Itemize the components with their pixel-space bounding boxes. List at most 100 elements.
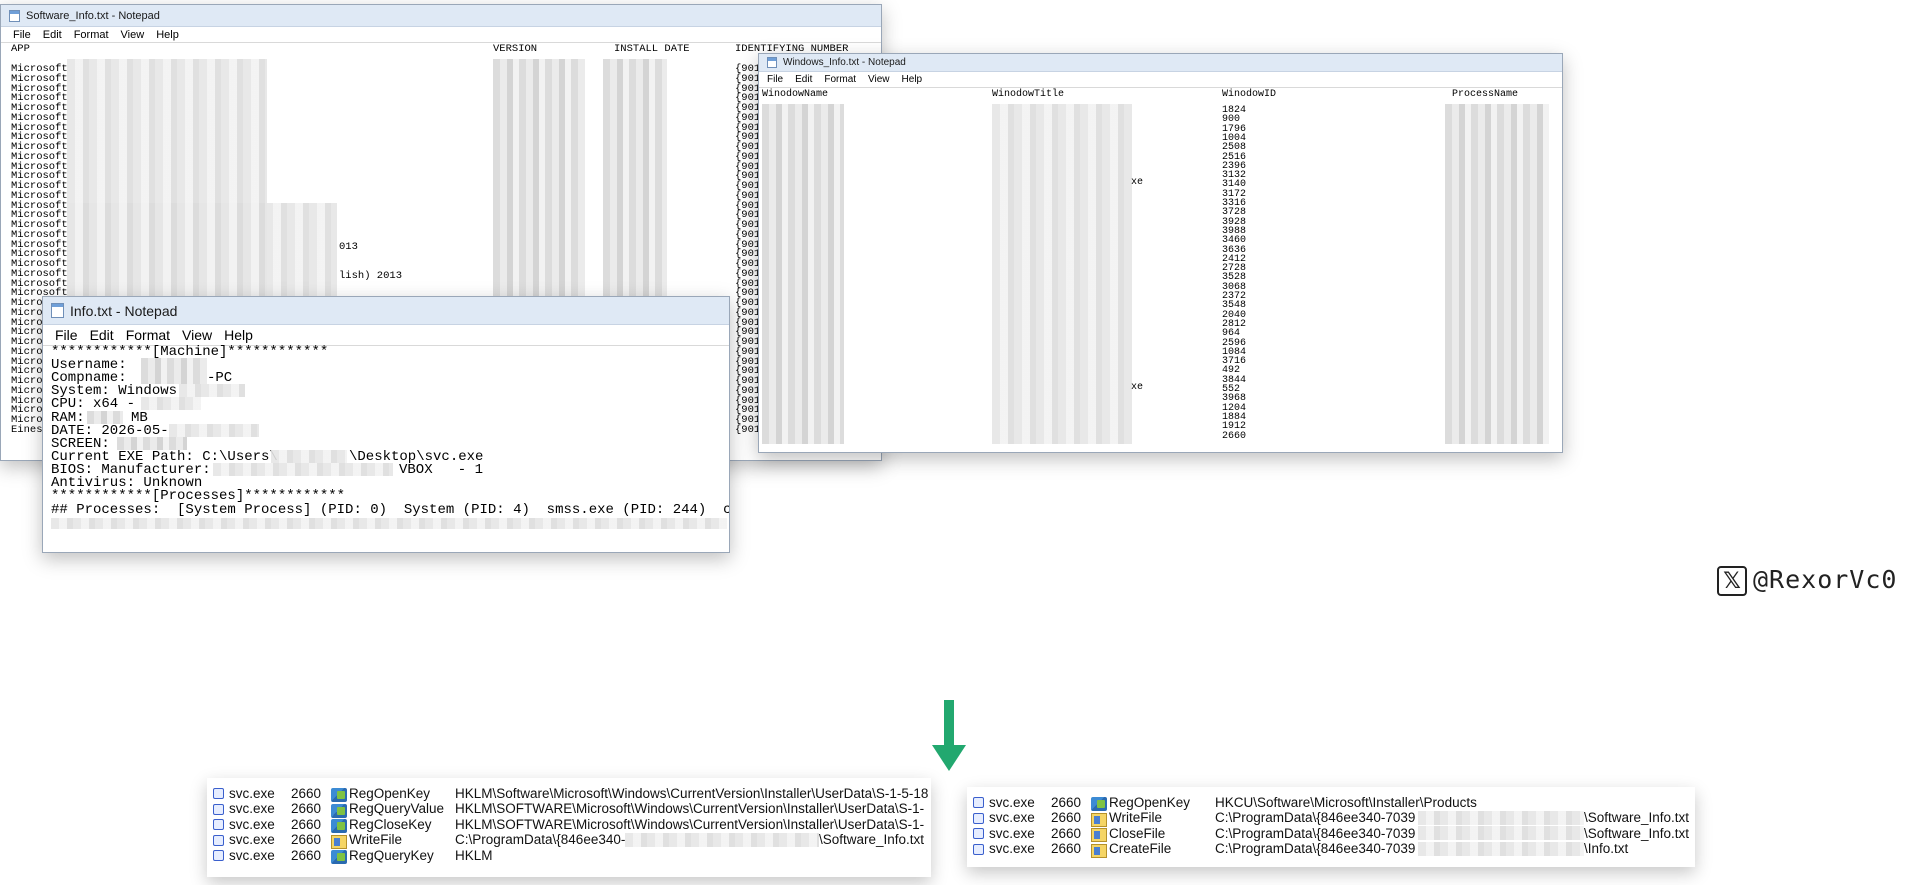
- bios-suffix: VBOX - 1: [399, 462, 484, 478]
- path-end: \Software_Info.txt: [819, 832, 925, 847]
- redacted-window-titles: [992, 104, 1132, 444]
- menu-view[interactable]: View: [862, 74, 896, 85]
- path: HKLM\SOFTWARE\Microsoft\Windows\CurrentV…: [455, 801, 925, 816]
- process-icon: [213, 834, 224, 846]
- header-window-name: WinodowName: [762, 89, 829, 100]
- menu-file[interactable]: File: [761, 74, 789, 85]
- path-end: \Info.txt: [1584, 841, 1629, 856]
- path: HKLM\Software\Microsoft\Windows\CurrentV…: [455, 785, 929, 801]
- path: HKLM: [455, 847, 493, 863]
- menu-format[interactable]: Format: [68, 29, 115, 41]
- header-app: APP: [11, 43, 30, 55]
- info-titlebar[interactable]: Info.txt - Notepad: [43, 297, 729, 325]
- menu-view[interactable]: View: [176, 327, 218, 343]
- windows-text-area[interactable]: WinodowName WinodowTitle WinodowID Proce…: [759, 88, 1562, 448]
- author-handle: @RexorVc0: [1753, 565, 1898, 594]
- windows-info-window: Windows_Info.txt - Notepad File Edit For…: [758, 53, 1563, 453]
- process-name: svc.exe: [229, 832, 275, 847]
- process-id: 2660: [291, 847, 322, 863]
- file-icon: [1091, 843, 1107, 858]
- path: HKCU\Software\Microsoft\Installer\Produc…: [1215, 794, 1477, 810]
- operation: RegQueryValue: [349, 801, 445, 816]
- path: C:\ProgramData\{846ee340-7039: [1215, 825, 1416, 841]
- redacted-path: [1418, 826, 1584, 840]
- path: C:\ProgramData\{846ee340-7039: [1215, 841, 1416, 856]
- process-id: 2660: [291, 816, 322, 832]
- operation: WriteFile: [349, 832, 403, 847]
- software-info-titlebar[interactable]: Software_Info.txt - Notepad: [1, 5, 881, 27]
- process-id: 2660: [291, 801, 322, 816]
- menu-edit[interactable]: Edit: [789, 74, 818, 85]
- window-title: Software_Info.txt - Notepad: [26, 9, 160, 22]
- path: C:\ProgramData\{846ee340-: [455, 832, 626, 847]
- menu-format[interactable]: Format: [120, 327, 176, 343]
- menu-format[interactable]: Format: [818, 74, 862, 85]
- redacted-user-folder: [271, 450, 347, 463]
- info-text-area[interactable]: ************[Machine]************ Userna…: [43, 345, 730, 551]
- title-partial-xe-1: xe: [1131, 177, 1144, 188]
- notepad-icon: [51, 303, 64, 318]
- process-name: svc.exe: [229, 785, 275, 801]
- process-icon: [973, 797, 984, 808]
- menu-help[interactable]: Help: [218, 327, 259, 343]
- menu-file[interactable]: File: [49, 327, 84, 343]
- header-window-title: WinodowTitle: [992, 89, 1065, 100]
- redacted-bios: [213, 463, 393, 476]
- operation: RegCloseKey: [349, 816, 432, 832]
- x-logo-icon: 𝕏: [1717, 566, 1747, 596]
- process-id: 2660: [291, 785, 322, 801]
- menu-edit[interactable]: Edit: [37, 29, 68, 41]
- arrow-down-head: [932, 745, 966, 771]
- redacted-path: [625, 832, 819, 847]
- windows-info-titlebar[interactable]: Windows_Info.txt - Notepad: [759, 54, 1562, 72]
- menu-help[interactable]: Help: [896, 74, 929, 85]
- operation: CloseFile: [1109, 825, 1166, 841]
- menu-help[interactable]: Help: [150, 29, 185, 41]
- process-icon: [213, 819, 224, 830]
- header-process-name: ProcessName: [1452, 89, 1519, 100]
- process-id: 2660: [1051, 794, 1082, 810]
- menu-file[interactable]: File: [7, 29, 37, 41]
- processes-line: ## Processes: [System Process] (PID: 0) …: [51, 502, 730, 518]
- redacted-window-names: [762, 104, 844, 444]
- operation: WriteFile: [1109, 810, 1163, 825]
- window-title: Windows_Info.txt - Notepad: [783, 57, 906, 68]
- process-icon: [213, 803, 224, 815]
- window-id-cell: 2660: [1222, 430, 1247, 442]
- app-partial-lish-2013: lish) 2013: [339, 270, 403, 282]
- redacted-process-list: [51, 518, 727, 529]
- header-window-id: WinodowID: [1222, 89, 1277, 100]
- redacted-path: [1418, 810, 1584, 825]
- path-end: \Software_Info.txt: [1584, 810, 1690, 825]
- app-cell: Eines: [11, 423, 43, 436]
- redacted-system: [179, 384, 245, 397]
- window-title: Info.txt - Notepad: [70, 302, 178, 319]
- operation: CreateFile: [1109, 841, 1172, 856]
- procmon-row[interactable]: svc.exe 2660 CreateFile C:\ProgramData\{846…: [967, 840, 1695, 858]
- software-menubar: File Edit Format View Help: [1, 27, 881, 43]
- process-icon: [973, 828, 984, 839]
- notepad-icon: [9, 9, 20, 22]
- process-name: svc.exe: [229, 847, 275, 863]
- redacted-cpu: [141, 397, 201, 410]
- process-name: svc.exe: [989, 841, 1035, 856]
- menu-edit[interactable]: Edit: [84, 327, 120, 343]
- path-end: \Software_Info.txt: [1584, 825, 1690, 841]
- process-name: svc.exe: [989, 810, 1035, 825]
- process-icon: [213, 788, 224, 799]
- operation: RegQueryKey: [349, 847, 434, 863]
- redacted-path: [1418, 841, 1584, 856]
- operation: RegOpenKey: [349, 785, 431, 801]
- process-name: svc.exe: [229, 801, 275, 816]
- header-install-date: INSTALL DATE: [614, 43, 690, 55]
- process-name: svc.exe: [229, 816, 275, 832]
- redacted-username: [141, 358, 207, 371]
- header-version: VERSION: [493, 43, 538, 55]
- process-name: svc.exe: [989, 794, 1035, 810]
- path: HKLM\SOFTWARE\Microsoft\Windows\CurrentV…: [455, 816, 925, 832]
- menu-view[interactable]: View: [115, 29, 151, 41]
- process-id: 2660: [1051, 825, 1082, 841]
- info-window: Info.txt - Notepad File Edit Format View…: [42, 296, 730, 553]
- procmon-row[interactable]: svc.exe 2660 RegQueryKey HKLM: [207, 846, 931, 864]
- windows-menubar: File Edit Format View Help: [759, 72, 1562, 88]
